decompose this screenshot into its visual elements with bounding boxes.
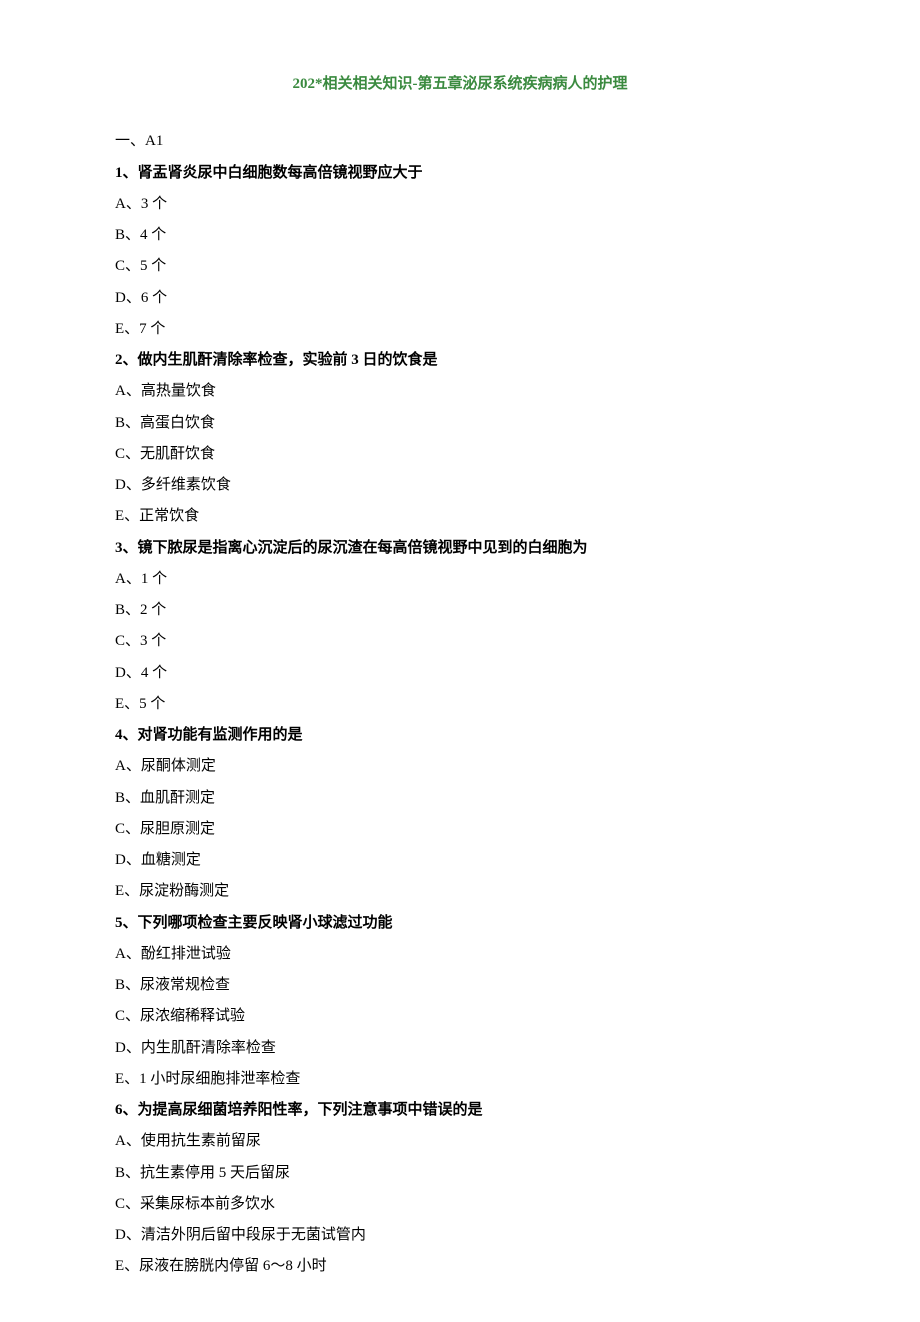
question-block-4: 4、对肾功能有监测作用的是 A、尿酮体测定 B、血肌酐测定 C、尿胆原测定 D、… bbox=[115, 721, 805, 907]
question-block-1: 1、肾盂肾炎尿中白细胞数每高倍镜视野应大于 A、3 个 B、4 个 C、5 个 … bbox=[115, 159, 805, 345]
question-block-2: 2、做内生肌酐清除率检查，实验前 3 日的饮食是 A、高热量饮食 B、高蛋白饮食… bbox=[115, 346, 805, 532]
option-c: C、尿胆原测定 bbox=[115, 815, 805, 844]
option-e: E、1 小时尿细胞排泄率检查 bbox=[115, 1065, 805, 1094]
option-b: B、抗生素停用 5 天后留尿 bbox=[115, 1159, 805, 1188]
option-a: A、使用抗生素前留尿 bbox=[115, 1127, 805, 1156]
option-d: D、血糖测定 bbox=[115, 846, 805, 875]
option-b: B、血肌酐测定 bbox=[115, 784, 805, 813]
option-a: A、高热量饮食 bbox=[115, 377, 805, 406]
document-title: 202*相关相关知识-第五章泌尿系统疾病病人的护理 bbox=[115, 70, 805, 99]
option-a: A、3 个 bbox=[115, 190, 805, 219]
option-d: D、清洁外阴后留中段尿于无菌试管内 bbox=[115, 1221, 805, 1250]
option-d: D、4 个 bbox=[115, 659, 805, 688]
question-block-5: 5、下列哪项检查主要反映肾小球滤过功能 A、酚红排泄试验 B、尿液常规检查 C、… bbox=[115, 909, 805, 1095]
option-e: E、5 个 bbox=[115, 690, 805, 719]
option-e: E、正常饮食 bbox=[115, 502, 805, 531]
option-d: D、内生肌酐清除率检查 bbox=[115, 1034, 805, 1063]
option-e: E、尿液在膀胱内停留 6～8 小时 bbox=[115, 1252, 805, 1281]
question-stem: 1、肾盂肾炎尿中白细胞数每高倍镜视野应大于 bbox=[115, 159, 805, 188]
option-b: B、4 个 bbox=[115, 221, 805, 250]
option-d: D、6 个 bbox=[115, 284, 805, 313]
option-d: D、多纤维素饮食 bbox=[115, 471, 805, 500]
option-c: C、3 个 bbox=[115, 627, 805, 656]
option-b: B、尿液常规检查 bbox=[115, 971, 805, 1000]
option-b: B、2 个 bbox=[115, 596, 805, 625]
option-a: A、酚红排泄试验 bbox=[115, 940, 805, 969]
question-stem: 2、做内生肌酐清除率检查，实验前 3 日的饮食是 bbox=[115, 346, 805, 375]
option-e: E、尿淀粉酶测定 bbox=[115, 877, 805, 906]
question-block-6: 6、为提高尿细菌培养阳性率，下列注意事项中错误的是 A、使用抗生素前留尿 B、抗… bbox=[115, 1096, 805, 1282]
question-stem: 4、对肾功能有监测作用的是 bbox=[115, 721, 805, 750]
option-a: A、尿酮体测定 bbox=[115, 752, 805, 781]
section-header: 一、A1 bbox=[115, 127, 805, 156]
option-c: C、5 个 bbox=[115, 252, 805, 281]
question-block-3: 3、镜下脓尿是指离心沉淀后的尿沉渣在每高倍镜视野中见到的白细胞为 A、1 个 B… bbox=[115, 534, 805, 720]
option-b: B、高蛋白饮食 bbox=[115, 409, 805, 438]
question-stem: 3、镜下脓尿是指离心沉淀后的尿沉渣在每高倍镜视野中见到的白细胞为 bbox=[115, 534, 805, 563]
option-a: A、1 个 bbox=[115, 565, 805, 594]
option-e: E、7 个 bbox=[115, 315, 805, 344]
option-c: C、无肌酐饮食 bbox=[115, 440, 805, 469]
option-c: C、尿浓缩稀释试验 bbox=[115, 1002, 805, 1031]
question-stem: 5、下列哪项检查主要反映肾小球滤过功能 bbox=[115, 909, 805, 938]
option-c: C、采集尿标本前多饮水 bbox=[115, 1190, 805, 1219]
question-stem: 6、为提高尿细菌培养阳性率，下列注意事项中错误的是 bbox=[115, 1096, 805, 1125]
